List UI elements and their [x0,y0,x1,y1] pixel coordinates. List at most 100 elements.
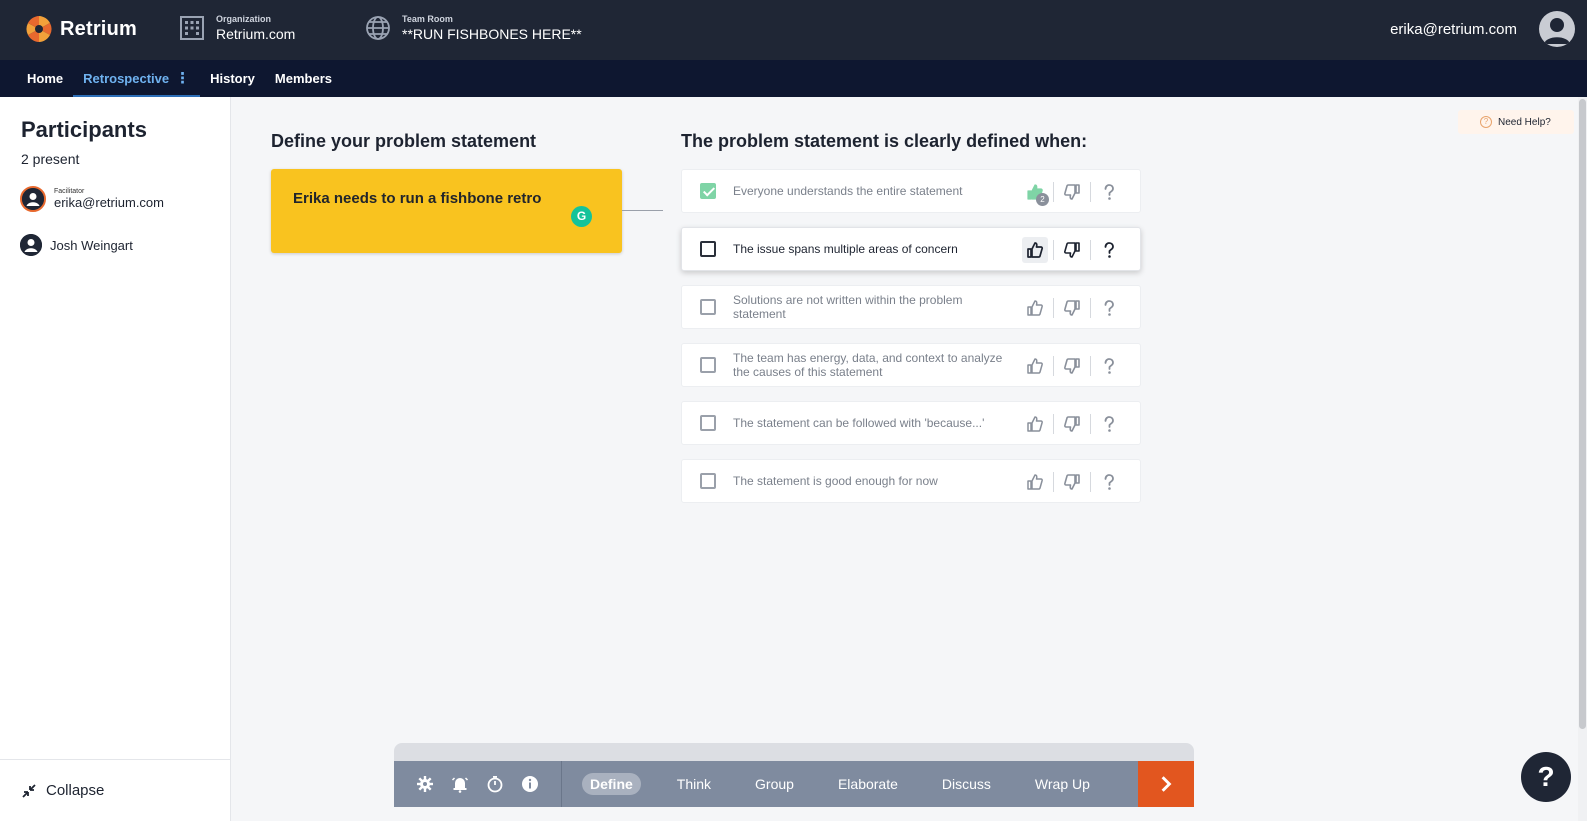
need-help-label: Need Help? [1498,116,1551,128]
tool-icons [394,761,562,807]
chevron-right-icon [1161,776,1172,792]
question-circle-icon: ? [1480,116,1492,128]
vote-divider [1090,182,1091,202]
need-help-button[interactable]: ? Need Help? [1458,110,1574,134]
phase-wrap-up[interactable]: Wrap Up [1013,776,1112,792]
collapse-label: Collapse [46,782,105,799]
criteria-checkbox[interactable] [700,357,716,373]
org-label: Organization [216,14,272,24]
criteria-text: The statement can be followed with 'beca… [733,416,985,430]
nav-history[interactable]: History [200,60,265,97]
criteria-text: Everyone understands the entire statemen… [733,184,963,198]
phase-think[interactable]: Think [655,776,733,792]
room-value: **RUN FISHBONES HERE** [402,26,582,42]
participant-item: Josh Weingart [20,234,133,256]
vote-divider [1053,472,1054,492]
kebab-menu-icon[interactable]: ⋮ [175,60,190,97]
vote-divider [1053,182,1054,202]
participant-avatar-icon [20,234,42,256]
question-mark-icon[interactable] [1096,411,1122,437]
phase-discuss[interactable]: Discuss [920,776,1013,792]
nav-retrospective[interactable]: Retrospective ⋮ [73,60,201,97]
phase-toolbar: Define Think Group Elaborate Discuss Wra… [394,761,1194,807]
thumbs-up-icon[interactable] [1022,237,1048,263]
grammarly-icon[interactable]: G [571,206,592,227]
user-avatar-icon [1544,18,1570,44]
vote-divider [1090,356,1091,376]
vote-divider [1053,240,1054,260]
question-mark-icon[interactable] [1096,295,1122,321]
criteria-row: The statement is good enough for now [681,459,1141,503]
phase-group[interactable]: Group [733,776,816,792]
org-value: Retrium.com [216,26,296,42]
criteria-row: Solutions are not written within the pro… [681,285,1141,329]
brand[interactable]: Retrium [24,14,137,44]
collapse-arrows-icon [22,783,36,798]
question-mark-icon[interactable] [1096,469,1122,495]
thumbs-up-icon[interactable]: 2 [1022,179,1049,206]
thumbs-down-icon[interactable] [1059,295,1085,321]
thumbs-up-icon[interactable] [1022,469,1048,495]
criteria-row: Everyone understands the entire statemen… [681,169,1141,213]
criteria-row: The team has energy, data, and context t… [681,343,1141,387]
criteria-checkbox[interactable] [700,183,716,199]
phase-define[interactable]: Define [582,773,641,795]
thumbs-down-icon[interactable] [1059,179,1085,205]
timer-icon[interactable] [486,775,504,793]
participant-name: Josh Weingart [50,237,133,253]
main-nav: Home Retrospective ⋮ History Members [0,60,1587,97]
building-icon [180,16,204,40]
thumbs-up-icon[interactable] [1022,353,1048,379]
criteria-text: The issue spans multiple areas of concer… [733,242,958,256]
alarm-bell-icon[interactable] [451,775,469,793]
connector-line [622,210,663,211]
define-heading: Define your problem statement [271,131,537,151]
user-email[interactable]: erika@retrium.com [1390,21,1517,38]
question-mark-icon[interactable] [1096,237,1122,263]
thumbs-down-icon[interactable] [1059,411,1085,437]
question-mark-icon[interactable] [1096,353,1122,379]
scrollbar-thumb[interactable] [1579,99,1586,729]
criteria-checkbox[interactable] [700,473,716,489]
question-mark-icon: ? [1537,761,1555,792]
nav-members[interactable]: Members [265,60,342,97]
vote-divider [1090,472,1091,492]
vote-count-badge: 2 [1036,193,1049,206]
criteria-text: The team has energy, data, and context t… [733,351,1003,379]
criteria-row: The statement can be followed with 'beca… [681,401,1141,445]
participants-title: Participants [21,117,147,142]
criteria-checkbox[interactable] [700,299,716,315]
globe-icon [366,16,390,40]
thumbs-down-icon[interactable] [1059,237,1085,263]
brand-name: Retrium [60,17,137,40]
thumbs-up-icon[interactable] [1022,411,1048,437]
participant-item: Facilitator erika@retrium.com [20,186,164,212]
nav-retrospective-label: Retrospective [83,71,170,86]
vote-divider [1090,298,1091,318]
criteria-list: Everyone understands the entire statemen… [681,169,1141,517]
vote-divider [1053,298,1054,318]
thumbs-down-icon[interactable] [1059,353,1085,379]
gear-icon[interactable] [416,775,434,793]
team-room-selector[interactable]: Team Room **RUN FISHBONES HERE** [364,14,582,42]
problem-statement-text[interactable]: Erika needs to run a fishbone retro [293,190,541,207]
criteria-text: Solutions are not written within the pro… [733,293,963,321]
criteria-checkbox[interactable] [700,415,716,431]
next-phase-button[interactable] [1138,761,1194,807]
collapse-button[interactable]: Collapse [0,759,230,821]
question-mark-icon[interactable] [1096,179,1122,205]
problem-statement-card[interactable]: Erika needs to run a fishbone retro G [271,169,622,253]
criteria-checkbox[interactable] [700,241,716,257]
organization-selector[interactable]: Organization Retrium.com [178,14,295,42]
info-icon[interactable] [521,775,539,793]
participant-name: erika@retrium.com [54,195,164,210]
phase-elaborate[interactable]: Elaborate [816,776,920,792]
help-chat-button[interactable]: ? [1521,752,1571,802]
thumbs-down-icon[interactable] [1059,469,1085,495]
nav-home[interactable]: Home [17,60,73,97]
vote-controls [1022,469,1122,495]
thumbs-up-icon[interactable] [1022,295,1048,321]
user-avatar[interactable] [1539,11,1575,47]
retrium-logo-icon [26,16,52,42]
vote-divider [1090,414,1091,434]
